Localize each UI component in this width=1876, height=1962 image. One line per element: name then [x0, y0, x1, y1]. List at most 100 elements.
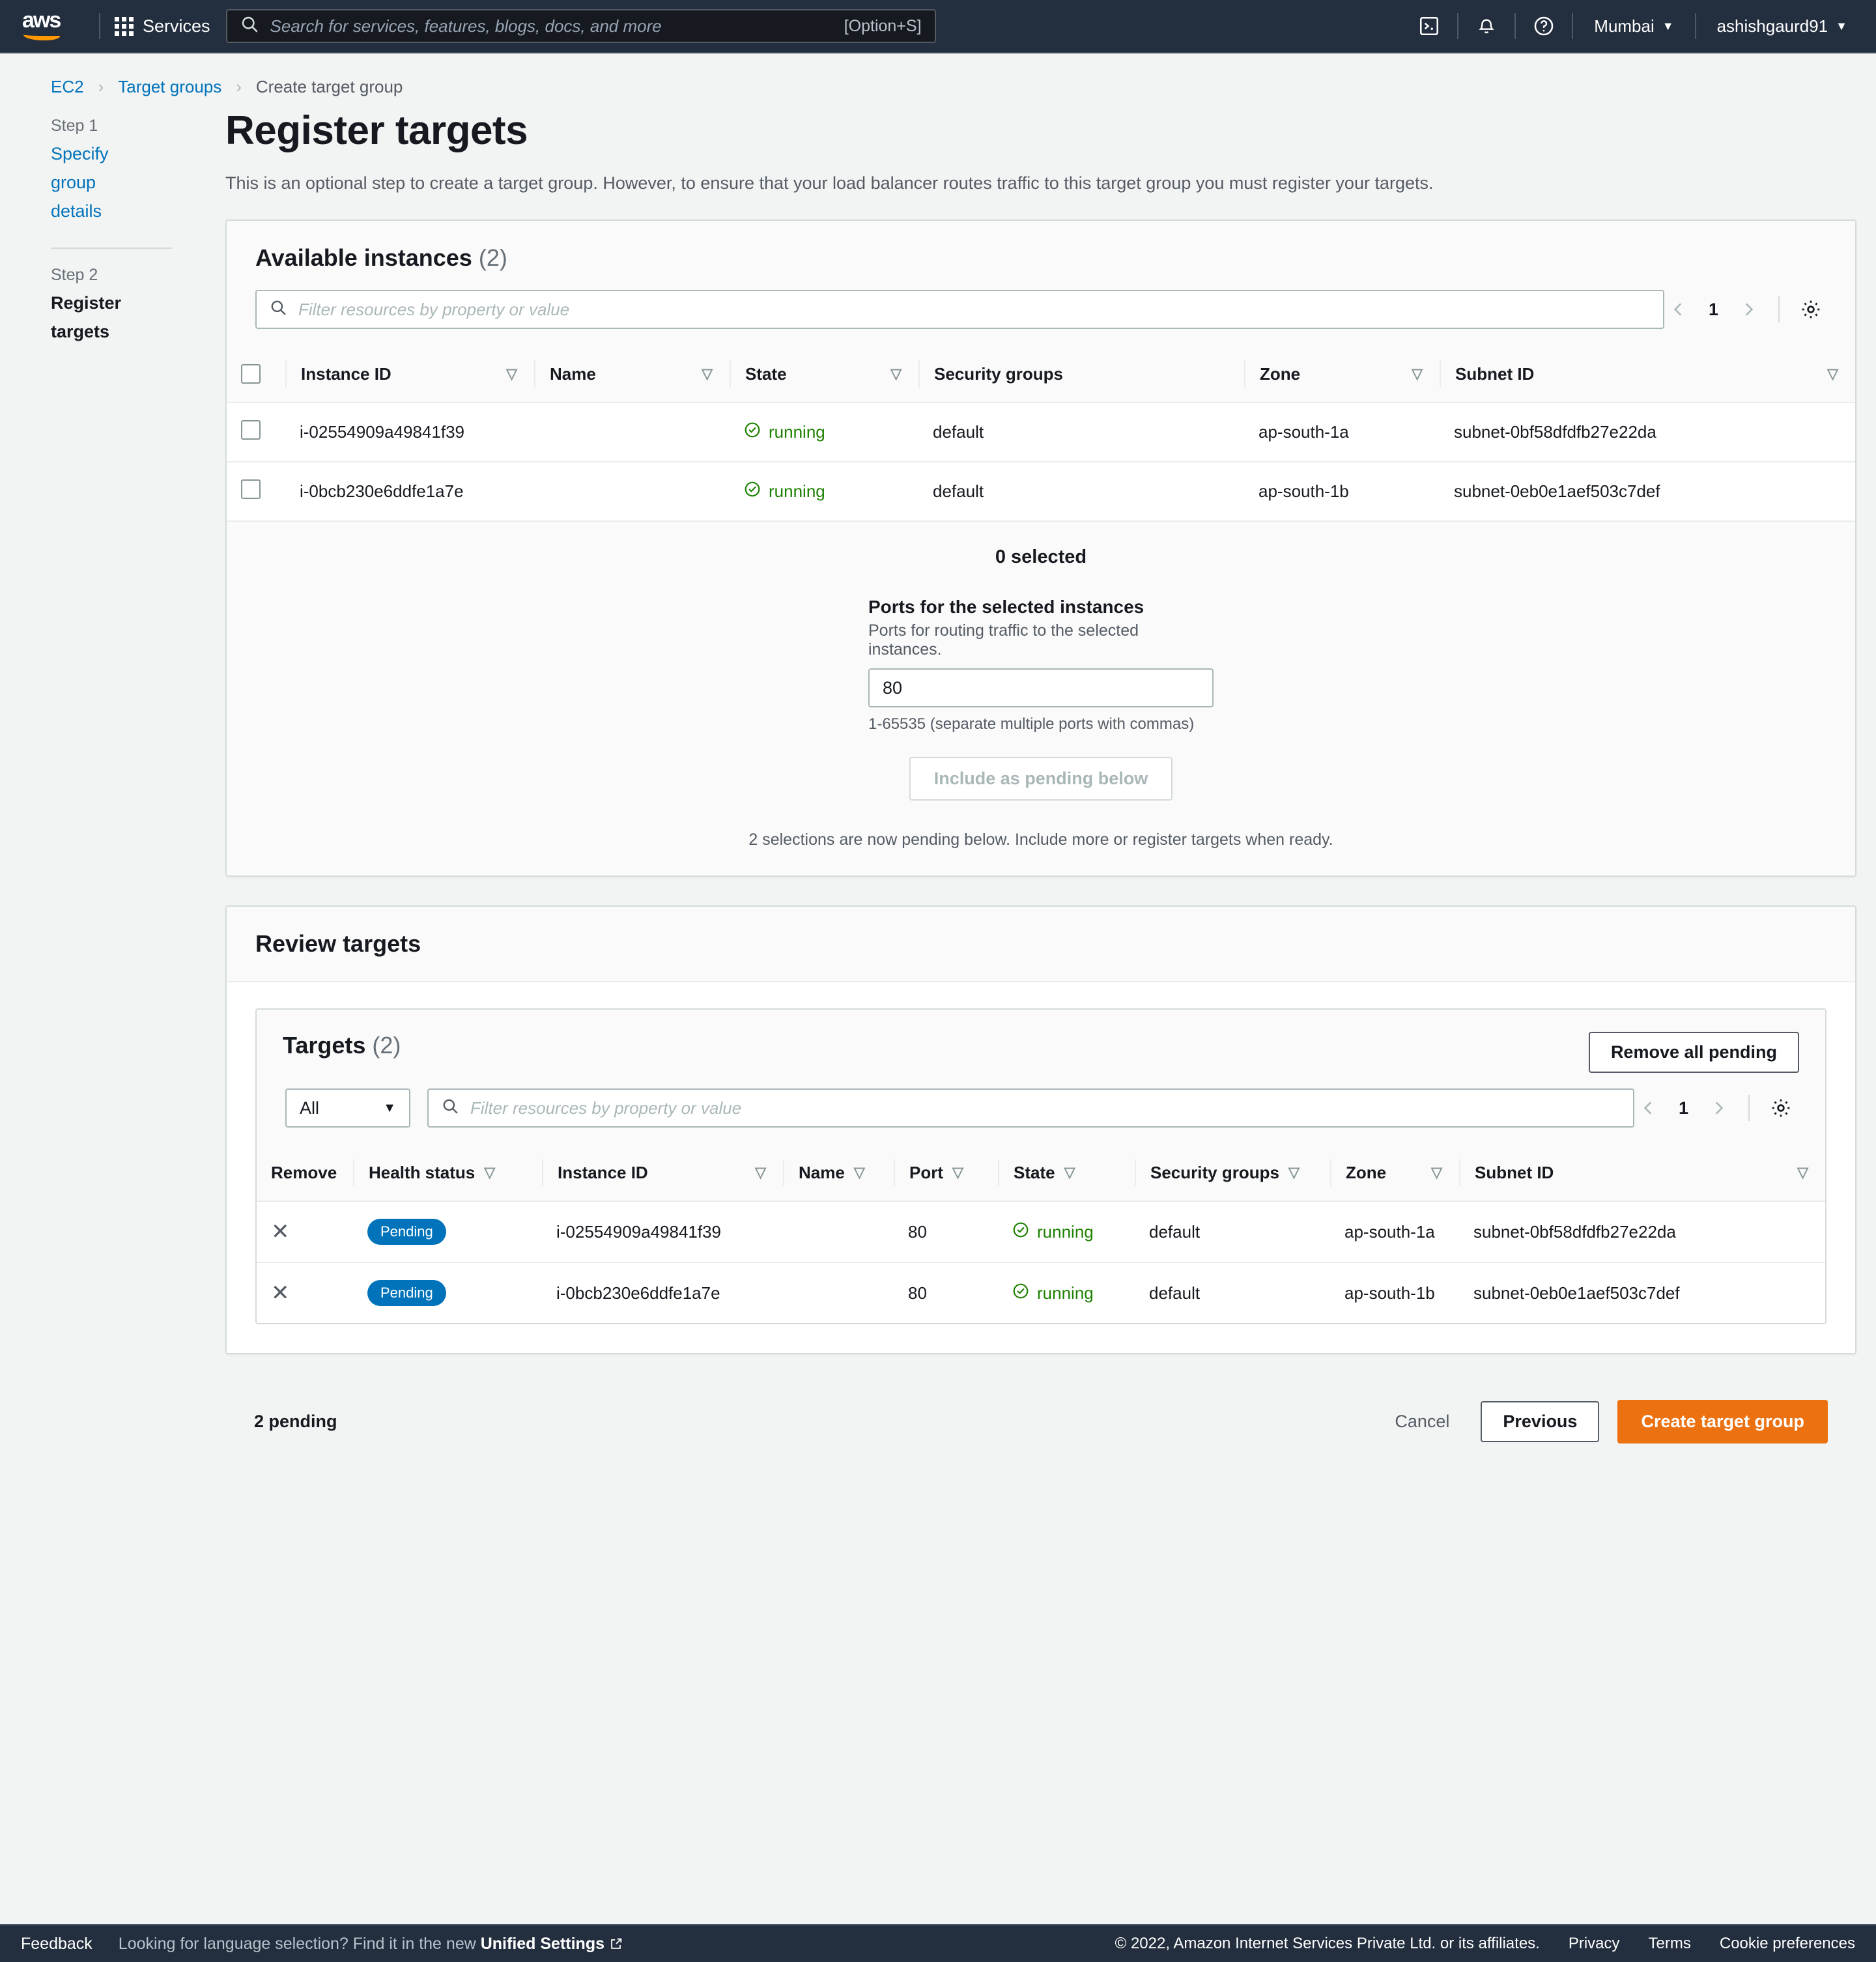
available-instances-card: Available instances (2) Filter resources…: [225, 220, 1856, 877]
column-header-zone[interactable]: Zone ▽: [1330, 1147, 1459, 1202]
sort-icon[interactable]: ▽: [1827, 365, 1855, 382]
sort-icon[interactable]: ▽: [1064, 1164, 1075, 1181]
services-menu-button[interactable]: Services: [115, 16, 210, 36]
column-label: Name: [550, 363, 596, 384]
column-header-name[interactable]: Name ▽: [534, 348, 730, 403]
current-page-number[interactable]: 1: [1663, 1098, 1704, 1118]
column-header-security-groups[interactable]: Security groups ▽: [1135, 1147, 1330, 1202]
selected-count-label: 0 selected: [995, 547, 1087, 567]
step-1-label-line1[interactable]: Specify: [51, 139, 135, 168]
table-row[interactable]: ✕ Pending i-02554909a49841f39 80 running…: [257, 1201, 1825, 1263]
current-page-number[interactable]: 1: [1693, 300, 1734, 320]
cancel-button[interactable]: Cancel: [1382, 1402, 1462, 1441]
targets-title: Targets: [283, 1032, 366, 1059]
column-header-name[interactable]: Name ▽: [783, 1147, 894, 1202]
targets-search-input[interactable]: [469, 1097, 1620, 1119]
sort-icon[interactable]: ▽: [1288, 1164, 1300, 1181]
status-badge: Pending: [367, 1219, 446, 1245]
sort-icon[interactable]: ▽: [484, 1164, 495, 1181]
breadcrumb-item-current: Create target group: [255, 77, 403, 96]
step-1-number: Step 1: [51, 117, 98, 135]
select-all-checkbox[interactable]: [241, 364, 261, 384]
targets-title-row: Targets (2): [283, 1032, 401, 1059]
available-instances-search-input[interactable]: [297, 298, 1650, 320]
column-header-zone[interactable]: Zone ▽: [1244, 348, 1440, 403]
targets-type-select[interactable]: All ▼: [285, 1088, 410, 1128]
table-row[interactable]: ✕ Pending i-0bcb230e6ddfe1a7e 80 running…: [257, 1262, 1825, 1323]
breadcrumb-item-ec2[interactable]: EC2: [51, 77, 84, 97]
column-header-security-groups[interactable]: Security groups: [918, 348, 1244, 403]
sort-icon[interactable]: ▽: [755, 1164, 783, 1181]
review-targets-card: Review targets Targets (2) Remove all pe…: [225, 905, 1856, 1354]
selection-ports-panel: 0 selected Ports for the selected instan…: [227, 520, 1855, 875]
privacy-link[interactable]: Privacy: [1569, 1935, 1620, 1953]
column-header-port[interactable]: Port ▽: [894, 1147, 998, 1202]
region-selector[interactable]: Mumbai ▼: [1582, 16, 1685, 36]
account-menu[interactable]: ashishgaurd91 ▼: [1705, 16, 1859, 36]
column-label: Port: [909, 1162, 943, 1182]
wizard-action-buttons: Cancel Previous Create target group: [1382, 1400, 1828, 1443]
column-header-subnet-id[interactable]: Subnet ID ▽: [1440, 348, 1855, 403]
column-header-instance-id[interactable]: Instance ID ▽: [285, 348, 534, 403]
column-header-health-status[interactable]: Health status ▽: [353, 1147, 542, 1202]
gear-icon[interactable]: [1765, 1092, 1797, 1124]
targets-table-card: Targets (2) Remove all pending All ▼ Fil…: [255, 1008, 1826, 1324]
unified-settings-link[interactable]: Unified Settings: [481, 1935, 604, 1953]
column-header-instance-id[interactable]: Instance ID ▽: [542, 1147, 783, 1202]
global-search-input[interactable]: [268, 15, 835, 37]
row-select-checkbox[interactable]: [241, 420, 261, 440]
available-instances-filter-bar: 1: [227, 272, 1855, 348]
available-instances-count: (2): [478, 244, 507, 271]
cell-health-status: Pending: [353, 1201, 542, 1263]
step-1-label-line2[interactable]: group: [51, 168, 135, 197]
state-label: running: [769, 481, 825, 501]
sort-icon[interactable]: ▽: [506, 365, 534, 382]
select-all-header: [227, 348, 285, 403]
feedback-link[interactable]: Feedback: [21, 1935, 92, 1954]
available-instances-table: Instance ID ▽ Name ▽ State ▽ Security gr…: [227, 348, 1855, 520]
table-row[interactable]: i-0bcb230e6ddfe1a7e running default ap-s…: [227, 462, 1855, 520]
sort-icon[interactable]: ▽: [890, 365, 918, 382]
column-label: State: [745, 363, 787, 384]
ports-input[interactable]: [868, 668, 1214, 707]
remove-x-icon[interactable]: ✕: [271, 1281, 290, 1305]
next-page-button[interactable]: [1704, 1094, 1733, 1122]
page-description: This is an optional step to create a tar…: [225, 173, 1434, 193]
table-header-row: Remove Health status ▽ Instance ID ▽ Nam…: [257, 1147, 1825, 1202]
cloudshell-icon[interactable]: [1410, 7, 1448, 45]
create-target-group-button[interactable]: Create target group: [1617, 1400, 1828, 1443]
column-header-state[interactable]: State ▽: [730, 348, 918, 403]
remove-x-icon[interactable]: ✕: [271, 1219, 290, 1244]
sort-icon[interactable]: ▽: [1431, 1164, 1459, 1181]
wizard-step-1[interactable]: Step 1 Specify group details: [51, 117, 225, 225]
notifications-bell-icon[interactable]: [1468, 7, 1505, 45]
sort-icon[interactable]: ▽: [854, 1164, 865, 1181]
targets-search-box[interactable]: [427, 1088, 1634, 1128]
column-header-state[interactable]: State ▽: [998, 1147, 1135, 1202]
targets-count: (2): [372, 1032, 401, 1059]
include-as-pending-button[interactable]: Include as pending below: [909, 757, 1173, 801]
row-select-checkbox[interactable]: [241, 479, 261, 499]
sort-icon[interactable]: ▽: [1412, 365, 1440, 382]
aws-logo[interactable]: aws: [22, 9, 68, 41]
global-search-box[interactable]: [Option+S]: [225, 9, 936, 43]
nav-right-group: Mumbai ▼ ashishgaurd91 ▼: [1410, 7, 1859, 45]
available-instances-search-box[interactable]: [255, 290, 1664, 329]
next-page-button[interactable]: [1734, 295, 1763, 324]
cell-zone: ap-south-1a: [1244, 403, 1440, 462]
help-question-icon[interactable]: [1525, 7, 1563, 45]
terms-link[interactable]: Terms: [1649, 1935, 1691, 1953]
sort-icon[interactable]: ▽: [952, 1164, 963, 1181]
previous-button[interactable]: Previous: [1481, 1401, 1600, 1442]
remove-all-pending-button[interactable]: Remove all pending: [1588, 1032, 1799, 1073]
previous-page-button[interactable]: [1634, 1094, 1663, 1122]
breadcrumb-item-target-groups[interactable]: Target groups: [118, 77, 221, 97]
table-row[interactable]: i-02554909a49841f39 running default ap-s…: [227, 403, 1855, 462]
column-header-subnet-id[interactable]: Subnet ID ▽: [1459, 1147, 1825, 1202]
previous-page-button[interactable]: [1664, 295, 1693, 324]
sort-icon[interactable]: ▽: [1797, 1164, 1825, 1181]
sort-icon[interactable]: ▽: [702, 365, 730, 382]
gear-icon[interactable]: [1795, 294, 1826, 325]
cookie-preferences-link[interactable]: Cookie preferences: [1720, 1935, 1855, 1953]
step-1-label-line3[interactable]: details: [51, 197, 135, 225]
